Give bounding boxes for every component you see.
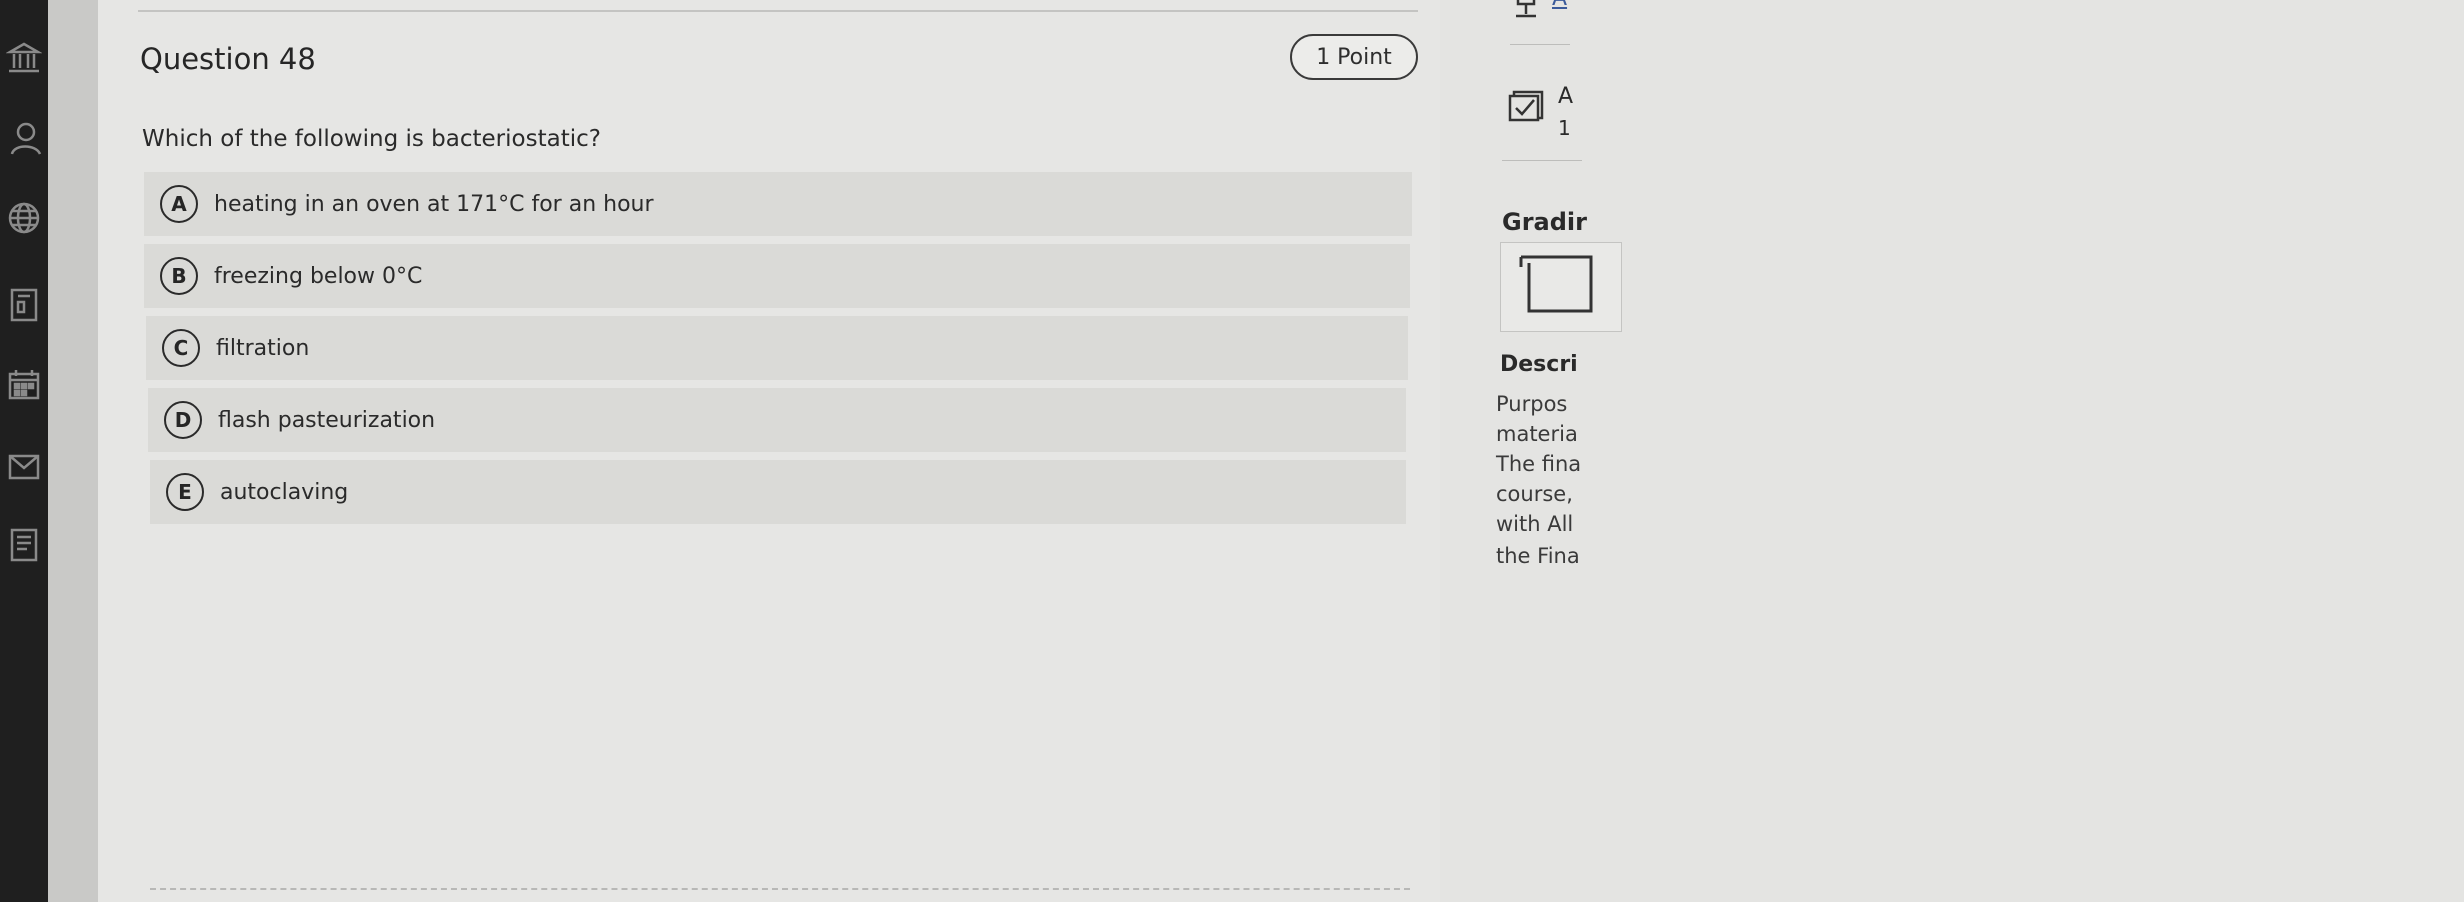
calendar-icon[interactable] — [2, 362, 46, 406]
divider — [1510, 44, 1570, 45]
question-title: Question 48 — [140, 42, 316, 76]
description-line: materia — [1496, 422, 1578, 446]
choice-letter-badge: B — [160, 257, 198, 295]
description-line: with All — [1496, 512, 1574, 536]
description-line: course, — [1496, 482, 1573, 506]
answer-choice-d[interactable]: D flash pasteurization — [148, 388, 1406, 452]
choice-text: filtration — [216, 335, 310, 361]
choice-text: flash pasteurization — [218, 407, 436, 433]
submission-icon[interactable] — [1506, 0, 1546, 20]
messages-icon[interactable] — [2, 444, 46, 488]
answer-choice-a[interactable]: A heating in an oven at 171°C for an hou… — [144, 172, 1412, 236]
grading-box — [1500, 242, 1622, 332]
choice-letter-badge: E — [166, 473, 204, 511]
answer-choice-b[interactable]: B freezing below 0°C — [144, 244, 1410, 308]
description-line: The fina — [1496, 452, 1582, 476]
answer-choice-e[interactable]: E autoclaving — [150, 460, 1406, 524]
profile-icon[interactable] — [2, 116, 46, 160]
choice-text: freezing below 0°C — [214, 263, 423, 289]
answer-choice-c[interactable]: C filtration — [146, 316, 1408, 380]
assignment-side-panel: A A 1 Gradir Descri Purpos materia The f… — [1440, 0, 2464, 902]
choice-text: autoclaving — [220, 479, 349, 505]
description-heading: Descri — [1500, 352, 1578, 377]
grading-heading: Gradir — [1502, 208, 1587, 236]
description-line: the Fina — [1496, 544, 1580, 568]
side-link[interactable]: A — [1552, 0, 1567, 11]
choice-letter-badge: A — [160, 185, 198, 223]
globe-icon[interactable] — [2, 196, 46, 240]
side-item-count: 1 — [1558, 116, 1571, 140]
question-card: Question 48 1 Point Which of the followi… — [98, 0, 1440, 902]
points-badge: 1 Point — [1290, 34, 1418, 80]
question-prompt: Which of the following is bacteriostatic… — [142, 126, 601, 152]
side-item-label: A — [1558, 84, 1574, 109]
checkbox-icon — [1508, 90, 1544, 122]
choice-letter-badge: D — [164, 401, 202, 439]
grades-icon[interactable] — [2, 522, 46, 566]
choice-text: heating in an oven at 171°C for an hour — [214, 191, 654, 217]
institution-icon[interactable] — [2, 36, 46, 80]
document-icon — [1519, 255, 1593, 313]
choice-letter-badge: C — [162, 329, 200, 367]
courses-icon[interactable] — [2, 282, 46, 326]
description-line: Purpos — [1496, 392, 1568, 416]
divider — [138, 10, 1418, 12]
left-nav-rail — [0, 0, 48, 902]
divider — [150, 888, 1410, 890]
nav-gutter — [48, 0, 98, 902]
divider — [1502, 160, 1582, 161]
